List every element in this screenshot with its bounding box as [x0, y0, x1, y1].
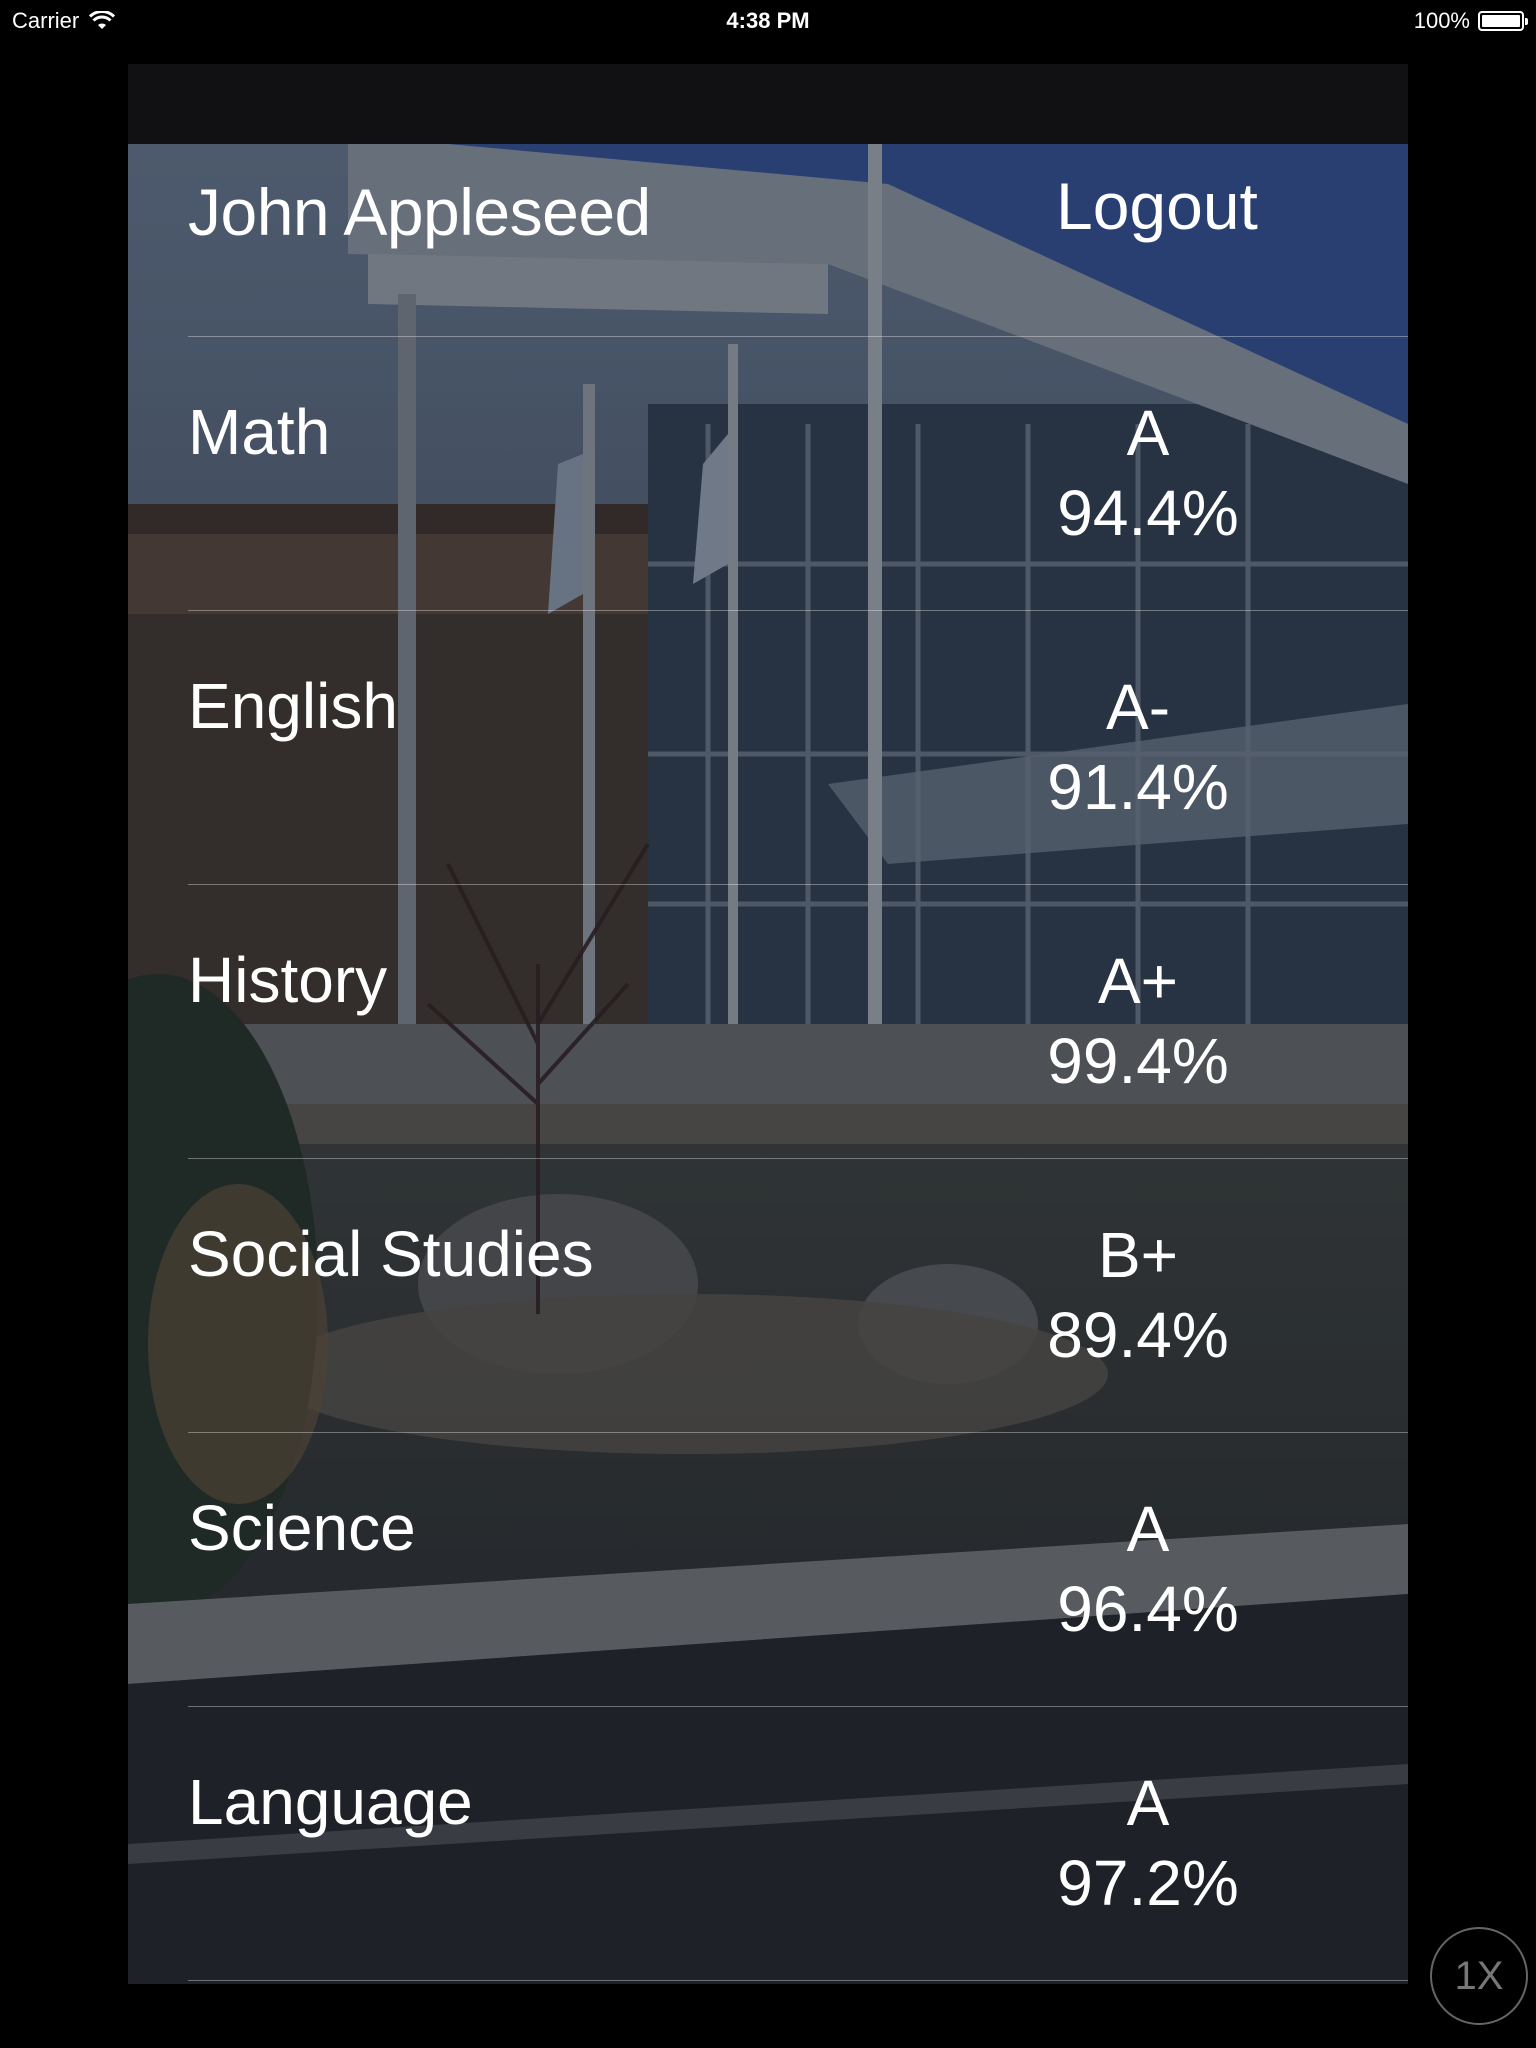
letter-grade: A — [1126, 1767, 1170, 1839]
percent-grade: 97.2% — [1057, 1847, 1239, 1919]
letter-grade: B+ — [1097, 1219, 1179, 1291]
percent-grade: 89.4% — [1047, 1299, 1229, 1371]
grade-block: A- 91.4% — [968, 667, 1308, 827]
letter-grade: A- — [1106, 671, 1170, 743]
divider — [188, 1980, 1408, 1981]
grades-content: John Appleseed Logout Math A 94.4% Engli… — [128, 144, 1408, 1984]
subject-name: History — [188, 944, 388, 1016]
percent-grade: 91.4% — [1047, 751, 1229, 823]
percent-grade: 94.4% — [1057, 477, 1239, 549]
grade-row-social-studies[interactable]: Social Studies B+ 89.4% — [128, 1159, 1408, 1433]
grade-block: A+ 99.4% — [968, 941, 1308, 1101]
user-name: John Appleseed — [188, 175, 651, 249]
grade-row-math[interactable]: Math A 94.4% — [128, 337, 1408, 611]
percent-grade: 96.4% — [1057, 1573, 1239, 1645]
grade-block: A 97.2% — [978, 1763, 1318, 1923]
subject-name: Science — [188, 1492, 416, 1564]
status-battery: 100% — [1413, 8, 1528, 34]
grade-row-science[interactable]: Science A 96.4% — [128, 1433, 1408, 1707]
battery-percent: 100% — [1413, 8, 1470, 33]
app-frame: John Appleseed Logout Math A 94.4% Engli… — [128, 64, 1408, 1984]
grade-block: A 94.4% — [978, 393, 1318, 553]
status-time: 4:38 PM — [726, 8, 810, 33]
subject-name: Language — [188, 1766, 473, 1838]
subject-name: Math — [188, 396, 331, 468]
grade-row-english[interactable]: English A- 91.4% — [128, 611, 1408, 885]
letter-grade: A — [1126, 1493, 1170, 1565]
grade-row-language[interactable]: Language A 97.2% — [128, 1707, 1408, 1981]
nav-bar — [128, 64, 1408, 144]
subject-name: English — [188, 670, 398, 742]
logout-button[interactable]: Logout — [1056, 168, 1258, 244]
grade-block: B+ 89.4% — [968, 1215, 1308, 1375]
grade-row-history[interactable]: History A+ 99.4% — [128, 885, 1408, 1159]
letter-grade: A+ — [1097, 945, 1179, 1017]
battery-icon — [1478, 11, 1528, 31]
zoom-button[interactable]: 1X — [1430, 1927, 1528, 2025]
letter-grade: A — [1126, 397, 1170, 469]
grade-block: A 96.4% — [978, 1489, 1318, 1649]
percent-grade: 99.4% — [1047, 1025, 1229, 1097]
subject-name: Social Studies — [188, 1218, 594, 1290]
status-bar: Carrier 4:38 PM 100% — [0, 0, 1536, 40]
